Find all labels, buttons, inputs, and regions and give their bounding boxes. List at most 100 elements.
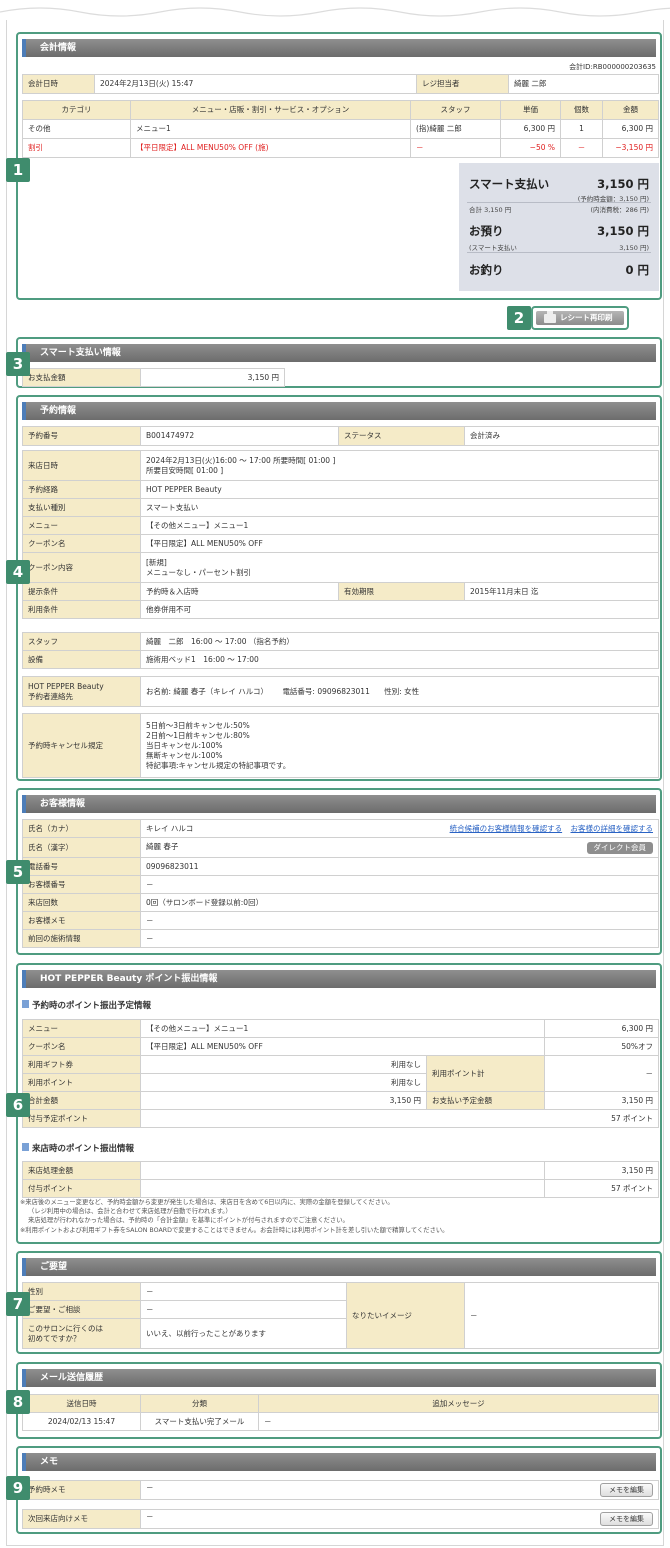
visit-amount: 3,150 円 <box>544 1161 659 1180</box>
subsection-title: 予約時のポイント振出予定情報 <box>22 999 151 1011</box>
label: 来店日時 <box>22 450 141 481</box>
smart-pay-table: お支払金額 3,150 円 <box>22 368 285 387</box>
annotation-badge: 1 <box>6 158 30 182</box>
label: 氏名（カナ） <box>22 819 141 838</box>
customer-section: お客様情報 氏名（カナ） キレイ ハルコ 統合候補のお客様情報を確認する お客様… <box>16 788 662 955</box>
present-condition: 予約時＆入店時 <box>140 582 339 601</box>
previous-treatment: － <box>140 929 659 948</box>
label: スタッフ <box>22 632 141 651</box>
customer-number: － <box>140 875 659 894</box>
reservation-memo-table: 予約時メモ － メモを編集 <box>22 1480 659 1500</box>
col-header: 単価 <box>500 100 561 120</box>
customer-kanji: 綺麗 春子 <box>146 841 179 851</box>
label: 予約番号 <box>22 426 141 446</box>
section-title: 予約情報 <box>22 402 656 420</box>
section-title: 会計情報 <box>22 39 656 57</box>
coupon-name: 【平日限定】ALL MENU50% OFF <box>139 534 660 553</box>
label: 初めてですか？ <box>28 1333 81 1343</box>
desired-image: － <box>464 1282 659 1349</box>
visit-datetime: 2024年2月13日(火)16:00 ～ 17:00 所要時間[ 01:00 ] <box>146 455 336 465</box>
next-visit-memo-table: 次回来店向けメモ － メモを編集 <box>22 1509 659 1529</box>
label: クーポン名 <box>22 1037 141 1056</box>
reservation-route: HOT PEPPER Beauty <box>139 480 660 499</box>
requests-table: 性別 － なりたいイメージ － ご要望・ご相談 － このサロンに行くのは 初めて… <box>22 1282 659 1349</box>
use-point-total: － <box>544 1055 659 1092</box>
label: 来店回数 <box>22 893 141 912</box>
contact-name: 綺麗 春子（キレイ ハルコ） <box>173 686 269 696</box>
reservation-number: B001474972 <box>140 426 339 446</box>
points-visit-table: 来店処理金額 3,150 円 付与ポイント 57 ポイント <box>22 1161 659 1198</box>
receipt-reprint-button[interactable]: レシート再印刷 <box>531 306 629 330</box>
merge-candidate-link[interactable]: 統合候補のお客様情報を確認する <box>450 824 563 833</box>
deposit-value: 3,150 円 <box>597 224 649 238</box>
customer-detail-link[interactable]: お客様の詳細を確認する <box>571 824 654 833</box>
label: このサロンに行くのは <box>28 1323 103 1333</box>
tax-value: (内消費税：286 円) <box>590 206 649 214</box>
cancel-policy-line: 無断キャンセル:100% <box>146 750 223 760</box>
payment-type: スマート支払い <box>139 498 660 517</box>
reservation-cancel-table: 予約時キャンセル規定 5日前～3日前キャンセル:50% 2日前～1日前キャンセル… <box>22 713 659 778</box>
points-section: HOT PEPPER Beauty ポイント振出情報 予約時のポイント振出予定情… <box>16 963 662 1244</box>
label: なりたいイメージ <box>346 1282 465 1349</box>
label: 支払い種別 <box>22 498 141 517</box>
grant-plan-points: 57 ポイント <box>140 1109 659 1128</box>
cell-price: 6,300 円 <box>500 119 561 139</box>
staff-assignment: 綺麗 二郎 16:00 ～ 17:00 （指名予約） <box>140 632 659 651</box>
printer-icon <box>544 311 556 323</box>
label: 予約時キャンセル規定 <box>22 713 141 778</box>
label: 予約者連絡先 <box>28 691 73 701</box>
cell-amount: −3,150 円 <box>602 138 659 158</box>
col-header: メニュー・店販・割引・サービス・オプション <box>130 100 411 120</box>
first-visit-answer: いいえ、以前行ったことがあります <box>140 1318 347 1349</box>
edit-reservation-memo-button[interactable]: メモを編集 <box>600 1483 653 1497</box>
label: レジ担当者 <box>416 74 509 94</box>
label: お客様メモ <box>22 911 141 930</box>
label: メニュー <box>22 1019 141 1038</box>
label: 会計日時 <box>22 74 95 94</box>
customer-kana: キレイ ハルコ <box>146 823 194 833</box>
reservation-staff-table: スタッフ 綺麗 二郎 16:00 ～ 17:00 （指名予約） 設備 施術用ベッ… <box>22 632 659 669</box>
cashier-name: 綺麗 二郎 <box>508 74 659 94</box>
points-note: （レジ利用中の場合は、会計と合わせて来店処理が自動で行われます。） <box>28 1208 232 1215</box>
mail-date: 2024/02/13 15:47 <box>22 1412 141 1431</box>
annotation-badge: 5 <box>6 860 30 884</box>
label: 前回の施術情報 <box>22 929 141 948</box>
change-label: お釣り <box>469 263 504 277</box>
label: ご要望・ご相談 <box>22 1300 141 1319</box>
change-value: 0 円 <box>625 263 649 277</box>
table-row: 2024/02/13 15:47 スマート支払い完了メール － <box>22 1412 659 1431</box>
label: 利用条件 <box>22 600 141 619</box>
label: 来店処理金額 <box>22 1161 141 1180</box>
edit-next-memo-button[interactable]: メモを編集 <box>600 1512 653 1526</box>
visit-count: 0回（サロンボード登録以前:0回） <box>140 893 659 912</box>
contact-phone-label: 電話番号: <box>282 686 315 696</box>
label: 性別 <box>22 1282 141 1301</box>
coupon-content-line: メニューなし・パーセント割引 <box>146 567 251 577</box>
cancel-policy-line: 5日前～3日前キャンセル:50% <box>146 720 250 730</box>
points-coupon-value: 50%オフ <box>544 1037 659 1056</box>
smart-pay-value: 3,150 円 <box>597 177 649 191</box>
label: 次回来店向けメモ <box>22 1509 141 1529</box>
col-header: 個数 <box>560 100 603 120</box>
request-text: － <box>140 1300 347 1319</box>
annotation-badge: 2 <box>507 306 531 330</box>
cell-item: メニュー1 <box>130 119 411 139</box>
col-header: スタッフ <box>410 100 501 120</box>
points-menu: 【その他メニュー】メニュー1 <box>140 1019 545 1038</box>
label: 利用ギフト券 <box>22 1055 141 1074</box>
label: 予約経路 <box>22 480 141 499</box>
customer-phone: 09096823011 <box>140 857 659 876</box>
label: ステータス <box>338 426 465 446</box>
cell-amount: 6,300 円 <box>602 119 659 139</box>
label: 付与予定ポイント <box>22 1109 141 1128</box>
label: お客様番号 <box>22 875 141 894</box>
cancel-policy-line: 2日前～1日前キャンセル:80% <box>146 730 250 740</box>
contact-phone: 09096823011 <box>317 686 370 696</box>
cell-price: −50 % <box>500 138 561 158</box>
cell-category: その他 <box>22 119 131 139</box>
label: 利用ポイント計 <box>426 1055 545 1092</box>
label: 電話番号 <box>22 857 141 876</box>
member-badge: ダイレクト会員 <box>586 841 653 854</box>
cell-item: 【平日限定】ALL MENU50% OFF (施) <box>130 138 411 158</box>
memo-section: メモ 予約時メモ － メモを編集 次回来店向けメモ － メモを編集 <box>16 1446 662 1534</box>
